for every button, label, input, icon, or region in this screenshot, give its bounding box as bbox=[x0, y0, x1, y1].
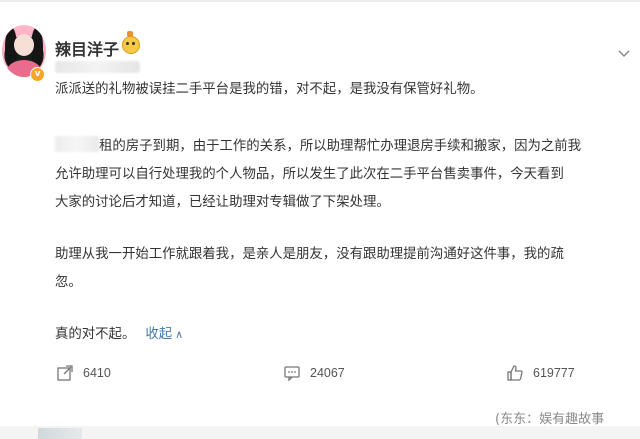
chevron-down-icon[interactable] bbox=[617, 46, 631, 60]
share-icon bbox=[57, 365, 73, 381]
like-button[interactable]: 619777 bbox=[506, 364, 575, 382]
post-paragraph-3-line-1: 助理从我一开始工作就跟着我，是亲人是朋友，没有跟助理提前沟通好这件事，我的疏 bbox=[55, 247, 564, 262]
member-badge-icon[interactable] bbox=[122, 36, 140, 54]
paragraph-2-line-1-text: 租的房子到期，由于工作的关系，所以助理帮忙办理退房手续和搬家，因为之前我 bbox=[99, 139, 582, 154]
post-meta-blurred bbox=[55, 61, 140, 73]
verified-icon: v bbox=[30, 67, 45, 82]
watermark: (东东：娱有趣故事 bbox=[495, 412, 605, 427]
action-bar: 6410 24067 619777 bbox=[0, 358, 640, 394]
comment-icon bbox=[284, 366, 300, 382]
share-button[interactable]: 6410 bbox=[56, 364, 111, 382]
post-paragraph-4: 真的对不起。 收起 ∧ bbox=[55, 321, 615, 349]
post-paragraph-4-text: 真的对不起。 bbox=[55, 327, 136, 342]
collapse-button[interactable]: 收起 ∧ bbox=[145, 327, 183, 342]
like-icon bbox=[507, 365, 523, 381]
chevron-up-icon: ∧ bbox=[175, 328, 184, 341]
post-paragraph-1: 派派送的礼物被误挂二手平台是我的错，对不起，是我没有保管好礼物。 bbox=[55, 82, 484, 97]
comment-button[interactable]: 24067 bbox=[283, 364, 345, 382]
bottom-strip bbox=[0, 426, 640, 439]
collapse-label: 收起 bbox=[145, 327, 173, 342]
like-count: 619777 bbox=[533, 366, 575, 380]
post-paragraph-2-line-2: 允许助理可以自行处理我的个人物品，所以发生了此次在二手平台售卖事件，今天看到 bbox=[55, 167, 564, 182]
bottom-thumbnail bbox=[38, 428, 82, 439]
comment-count: 24067 bbox=[310, 366, 345, 380]
author-name[interactable]: 辣目洋子 bbox=[55, 36, 119, 60]
post-paragraph-2-line-3: 大家的讨论后才知道，已经让助理对专辑做了下架处理。 bbox=[55, 195, 390, 210]
post-paragraph-2-line-1: 租的房子到期，由于工作的关系，所以助理帮忙办理退房手续和搬家，因为之前我 bbox=[55, 133, 615, 161]
post-paragraph-3: 助理从我一开始工作就跟着我，是亲人是朋友，没有跟助理提前沟通好这件事，我的疏 忽… bbox=[55, 241, 615, 297]
share-count: 6410 bbox=[83, 366, 111, 380]
post-paragraph-3-line-2: 忽。 bbox=[55, 275, 82, 290]
post-paragraph-2: 租的房子到期，由于工作的关系，所以助理帮忙办理退房手续和搬家，因为之前我 允许助… bbox=[55, 133, 615, 217]
top-divider bbox=[0, 0, 640, 2]
censored-text bbox=[55, 136, 99, 152]
avatar-face bbox=[14, 34, 34, 56]
